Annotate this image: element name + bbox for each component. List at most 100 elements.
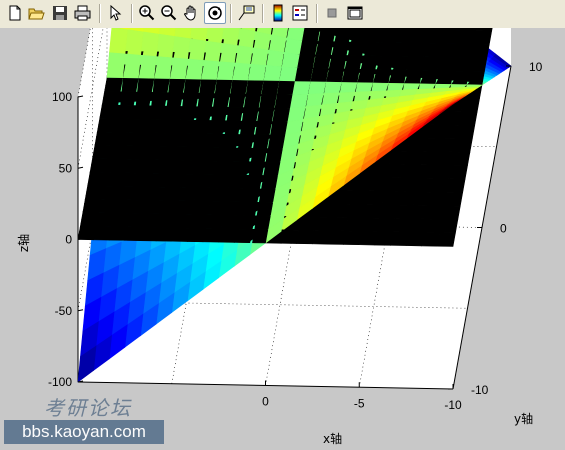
open-file-button[interactable] <box>27 3 47 23</box>
plane-patch <box>120 159 140 174</box>
plane-patch <box>194 187 214 202</box>
plane-patch <box>422 137 442 153</box>
plane-patch <box>402 164 421 179</box>
hide-plot-tools-button[interactable] <box>322 3 342 23</box>
plane-patch <box>187 227 206 243</box>
plane-patch <box>82 198 102 214</box>
plane-patch <box>359 55 378 70</box>
new-figure-button[interactable] <box>5 3 25 23</box>
plane-patch <box>260 80 280 95</box>
plane-patch <box>143 118 163 134</box>
print-figure-button[interactable] <box>73 3 93 23</box>
plane-patch <box>309 68 329 83</box>
zoom-in-button[interactable] <box>137 3 157 23</box>
plane-patch <box>119 77 139 93</box>
plane-patch <box>125 132 145 147</box>
plane-patch <box>207 201 227 216</box>
plane-patch <box>129 199 149 215</box>
plane-patch <box>437 56 456 72</box>
plane-patch <box>164 92 184 107</box>
plane-patch <box>381 190 401 206</box>
insert-legend-button[interactable] <box>290 3 310 23</box>
plane-patch <box>241 188 260 203</box>
plane-patch <box>298 216 318 231</box>
plane-patch <box>452 57 472 72</box>
plane-patch <box>157 132 176 148</box>
plane-patch <box>237 120 257 136</box>
x-tick-label: -10 <box>444 398 462 412</box>
plane-patch <box>230 161 250 176</box>
plane-patch <box>425 124 444 139</box>
insert-colorbar-button[interactable] <box>268 3 288 23</box>
plane-patch <box>408 218 427 233</box>
plane-patch <box>233 228 253 244</box>
plane-patch <box>261 161 281 177</box>
plane-patch <box>116 185 135 201</box>
x-axis-label: x轴 <box>323 431 342 446</box>
plane-patch <box>330 216 349 232</box>
plane-patch <box>159 119 179 134</box>
plane-patch <box>77 225 97 241</box>
plane-patch <box>151 78 170 93</box>
plane-patch <box>139 145 158 161</box>
plane-patch <box>374 55 394 71</box>
surface-patch <box>252 30 271 51</box>
surface-patch <box>216 61 235 81</box>
plane-patch <box>434 70 454 85</box>
rotate-3d-button[interactable] <box>204 2 226 24</box>
plane-patch <box>446 178 466 193</box>
plane-patch <box>111 212 131 228</box>
plane-patch <box>95 212 115 227</box>
save-figure-button[interactable] <box>50 3 70 23</box>
plane-patch <box>330 41 349 56</box>
plane-patch <box>405 231 425 247</box>
plane-patch <box>327 54 347 70</box>
plane-patch <box>101 91 121 106</box>
plane-patch <box>256 188 276 203</box>
plane-patch <box>99 104 119 119</box>
plane-patch <box>131 186 151 201</box>
plane-patch <box>208 106 228 122</box>
plane-patch <box>113 199 133 214</box>
plane-patch <box>451 151 471 167</box>
surface-patch <box>304 93 324 108</box>
plane-patch <box>148 92 168 107</box>
plane-patch <box>213 79 233 95</box>
colorbar-icon <box>273 4 283 22</box>
plane-patch <box>296 54 316 69</box>
rotate-3d-icon <box>208 6 222 20</box>
plane-patch <box>197 79 217 94</box>
plane-patch <box>368 177 388 192</box>
pan-button[interactable] <box>181 3 201 23</box>
plane-patch <box>217 147 236 162</box>
surface-patch <box>307 81 327 95</box>
plane-patch <box>205 214 224 229</box>
figure-canvas[interactable]: 100500-50-100-10-50-10010 x轴 y轴 z轴 <box>0 28 565 450</box>
plane-patch <box>181 173 200 189</box>
z-axis-label: z轴 <box>16 234 31 252</box>
plane-patch <box>105 158 125 174</box>
surface-patch <box>231 62 251 81</box>
figure-toolbar <box>0 0 565 29</box>
plane-patch <box>466 70 485 86</box>
zoom-out-button[interactable] <box>159 3 179 23</box>
surface-patch <box>205 28 224 44</box>
surface-patch <box>265 49 285 68</box>
data-cursor-button[interactable] <box>237 3 257 23</box>
surface-patch <box>234 45 253 65</box>
plane-patch <box>458 111 478 126</box>
plane-patch <box>439 43 459 58</box>
plane-patch <box>209 187 229 203</box>
plane-patch <box>377 42 396 57</box>
surface-patch <box>249 47 269 66</box>
plane-patch <box>190 119 210 135</box>
plane-patch <box>201 147 221 162</box>
plane-patch <box>372 69 392 84</box>
plane-patch <box>167 159 187 175</box>
show-plot-tools-button[interactable] <box>345 3 365 23</box>
edit-plot-button[interactable] <box>106 3 126 23</box>
z-tick-label: -50 <box>55 304 73 318</box>
surface-patch <box>322 81 342 94</box>
plane-patch <box>173 214 193 229</box>
plane-patch <box>334 190 354 205</box>
